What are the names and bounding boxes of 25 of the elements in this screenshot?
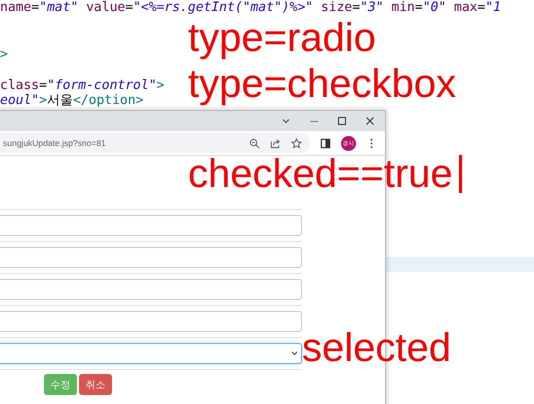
select-field[interactable]: [0, 343, 302, 364]
share-icon[interactable]: [270, 138, 281, 148]
zoom-icon[interactable]: [249, 138, 260, 148]
code-line: class="form-control">: [0, 78, 166, 93]
code-line: >: [0, 46, 9, 62]
input-field[interactable]: [0, 311, 302, 332]
input-field[interactable]: [0, 279, 302, 300]
url-text: sungjukUpdate.jsp?sno=81: [3, 138, 107, 148]
sidebar-icon[interactable]: [320, 138, 331, 148]
close-icon[interactable]: [365, 116, 375, 126]
chevron-down-icon: [291, 351, 298, 356]
annotation-text: type=radio: [188, 18, 376, 58]
form-button[interactable]: 취소: [79, 374, 112, 395]
address-bar[interactable]: sungjukUpdate.jsp?sno=81: [0, 133, 310, 153]
star-icon[interactable]: [291, 138, 302, 148]
annotation-text: checked==true: [188, 154, 453, 194]
annotation-text: selected: [302, 328, 451, 368]
code-line: eoul">서울</option>: [0, 93, 144, 108]
chevron-down-icon[interactable]: [281, 116, 291, 126]
input-field[interactable]: [0, 247, 302, 268]
input-field[interactable]: [0, 215, 302, 236]
annotation-text: type=checkbox: [188, 64, 456, 104]
code-line: name="mat" value="<%=rs.getInt("mat")%>" size="3" min="0" max="1: [0, 0, 502, 16]
text-cursor: [458, 155, 462, 193]
maximize-icon[interactable]: [337, 116, 347, 126]
